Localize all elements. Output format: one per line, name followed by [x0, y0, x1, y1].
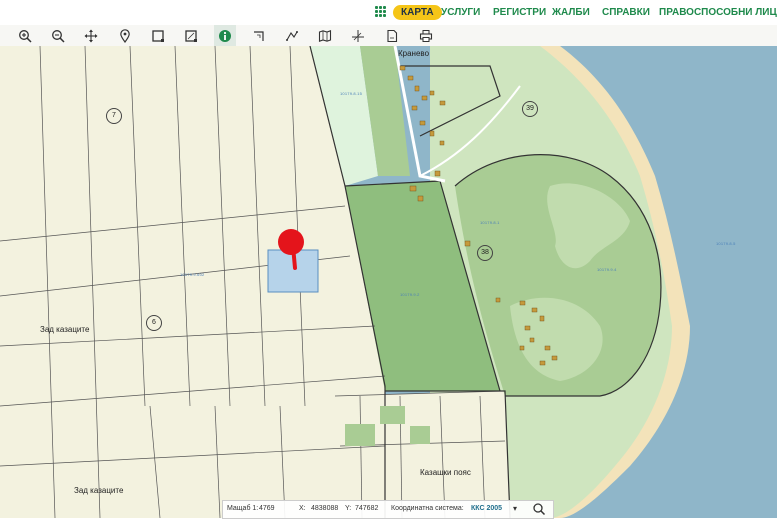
x-value: 4838088: [311, 505, 339, 512]
place-label: Казашки пояс: [420, 468, 471, 477]
nav-item-zhalbi[interactable]: ЖАЛБИ: [552, 7, 590, 18]
y-label: Y:: [345, 505, 352, 512]
pan-button[interactable]: [80, 25, 102, 46]
x-label: X:: [299, 505, 306, 512]
map-status-bar: Мащаб 1: 4769 X: 4838088 Y: 747682 Коорд…: [222, 500, 554, 519]
map-toolbar: [0, 25, 777, 47]
parcel-id-label: 10179.9.2: [400, 292, 420, 297]
coordinates-icon: [352, 29, 364, 42]
parcel-id-label: 10179.8.5: [716, 241, 736, 246]
parcel-id-label: 10179.8.15: [340, 91, 363, 96]
place-label: Кранево: [398, 49, 430, 58]
parcel-id-label: 10179.9.602: [180, 272, 205, 277]
map-view[interactable]: Зад казаците Зад казаците Казашки пояс К…: [0, 46, 777, 518]
select-area-button[interactable]: [180, 25, 202, 46]
nav-item-uslugi[interactable]: УСЛУГИ: [441, 7, 480, 18]
measure-angle-icon: [254, 30, 264, 41]
zoom-out-button[interactable]: [47, 25, 69, 46]
search-icon[interactable]: [531, 502, 547, 516]
select-rectangle-button[interactable]: [147, 25, 169, 46]
parcel-number: 38: [477, 245, 493, 261]
document-icon: [387, 29, 398, 42]
parcel-id-label: 10179.8.1: [480, 220, 500, 225]
zoom-in-icon: [19, 29, 32, 43]
parcel-id-label: 10179.9.4: [597, 267, 617, 272]
chevron-down-icon[interactable]: ▾: [513, 504, 517, 513]
pan-icon: [84, 29, 98, 42]
info-icon: [219, 29, 231, 42]
nav-item-karta[interactable]: КАРТА: [393, 5, 442, 20]
measure-angle-button[interactable]: [248, 25, 270, 46]
location-pin-button[interactable]: [114, 25, 136, 46]
parcel-number: 39: [522, 101, 538, 117]
place-label: Зад казаците: [40, 325, 90, 334]
layers-map-icon: [318, 29, 332, 42]
document-button[interactable]: [381, 25, 403, 46]
parcel-number: 7: [106, 108, 122, 124]
parcel-number: 6: [146, 315, 162, 331]
crs-select[interactable]: ККС 2005: [471, 505, 502, 512]
zoom-in-button[interactable]: [14, 25, 36, 46]
layers-map-button[interactable]: [314, 25, 336, 46]
apps-grid-icon[interactable]: [375, 6, 387, 18]
nav-item-pravosposobni-litsa[interactable]: ПРАВОСПОСОБНИ ЛИЦА: [659, 7, 777, 18]
coordinates-button[interactable]: [347, 25, 369, 46]
nav-item-registri[interactable]: РЕГИСТРИ: [493, 7, 546, 18]
top-navigation: КАРТА УСЛУГИ РЕГИСТРИ ЖАЛБИ СПРАВКИ ПРАВ…: [0, 0, 777, 25]
scale-value[interactable]: 4769: [259, 505, 275, 512]
info-button[interactable]: [214, 25, 236, 46]
y-value: 747682: [355, 505, 379, 512]
scale-label: Мащаб 1:: [227, 505, 259, 512]
select-area-icon: [185, 29, 197, 42]
location-pin-icon: [120, 28, 130, 43]
nav-item-spravki[interactable]: СПРАВКИ: [602, 7, 650, 18]
zoom-out-icon: [52, 29, 65, 43]
place-label: Зад казаците: [74, 486, 124, 495]
measure-distance-button[interactable]: [281, 25, 303, 46]
print-icon: [419, 29, 433, 42]
crs-label: Координатна система:: [391, 505, 464, 512]
measure-distance-icon: [286, 30, 298, 41]
select-rectangle-icon: [152, 29, 164, 42]
print-button[interactable]: [415, 25, 437, 46]
